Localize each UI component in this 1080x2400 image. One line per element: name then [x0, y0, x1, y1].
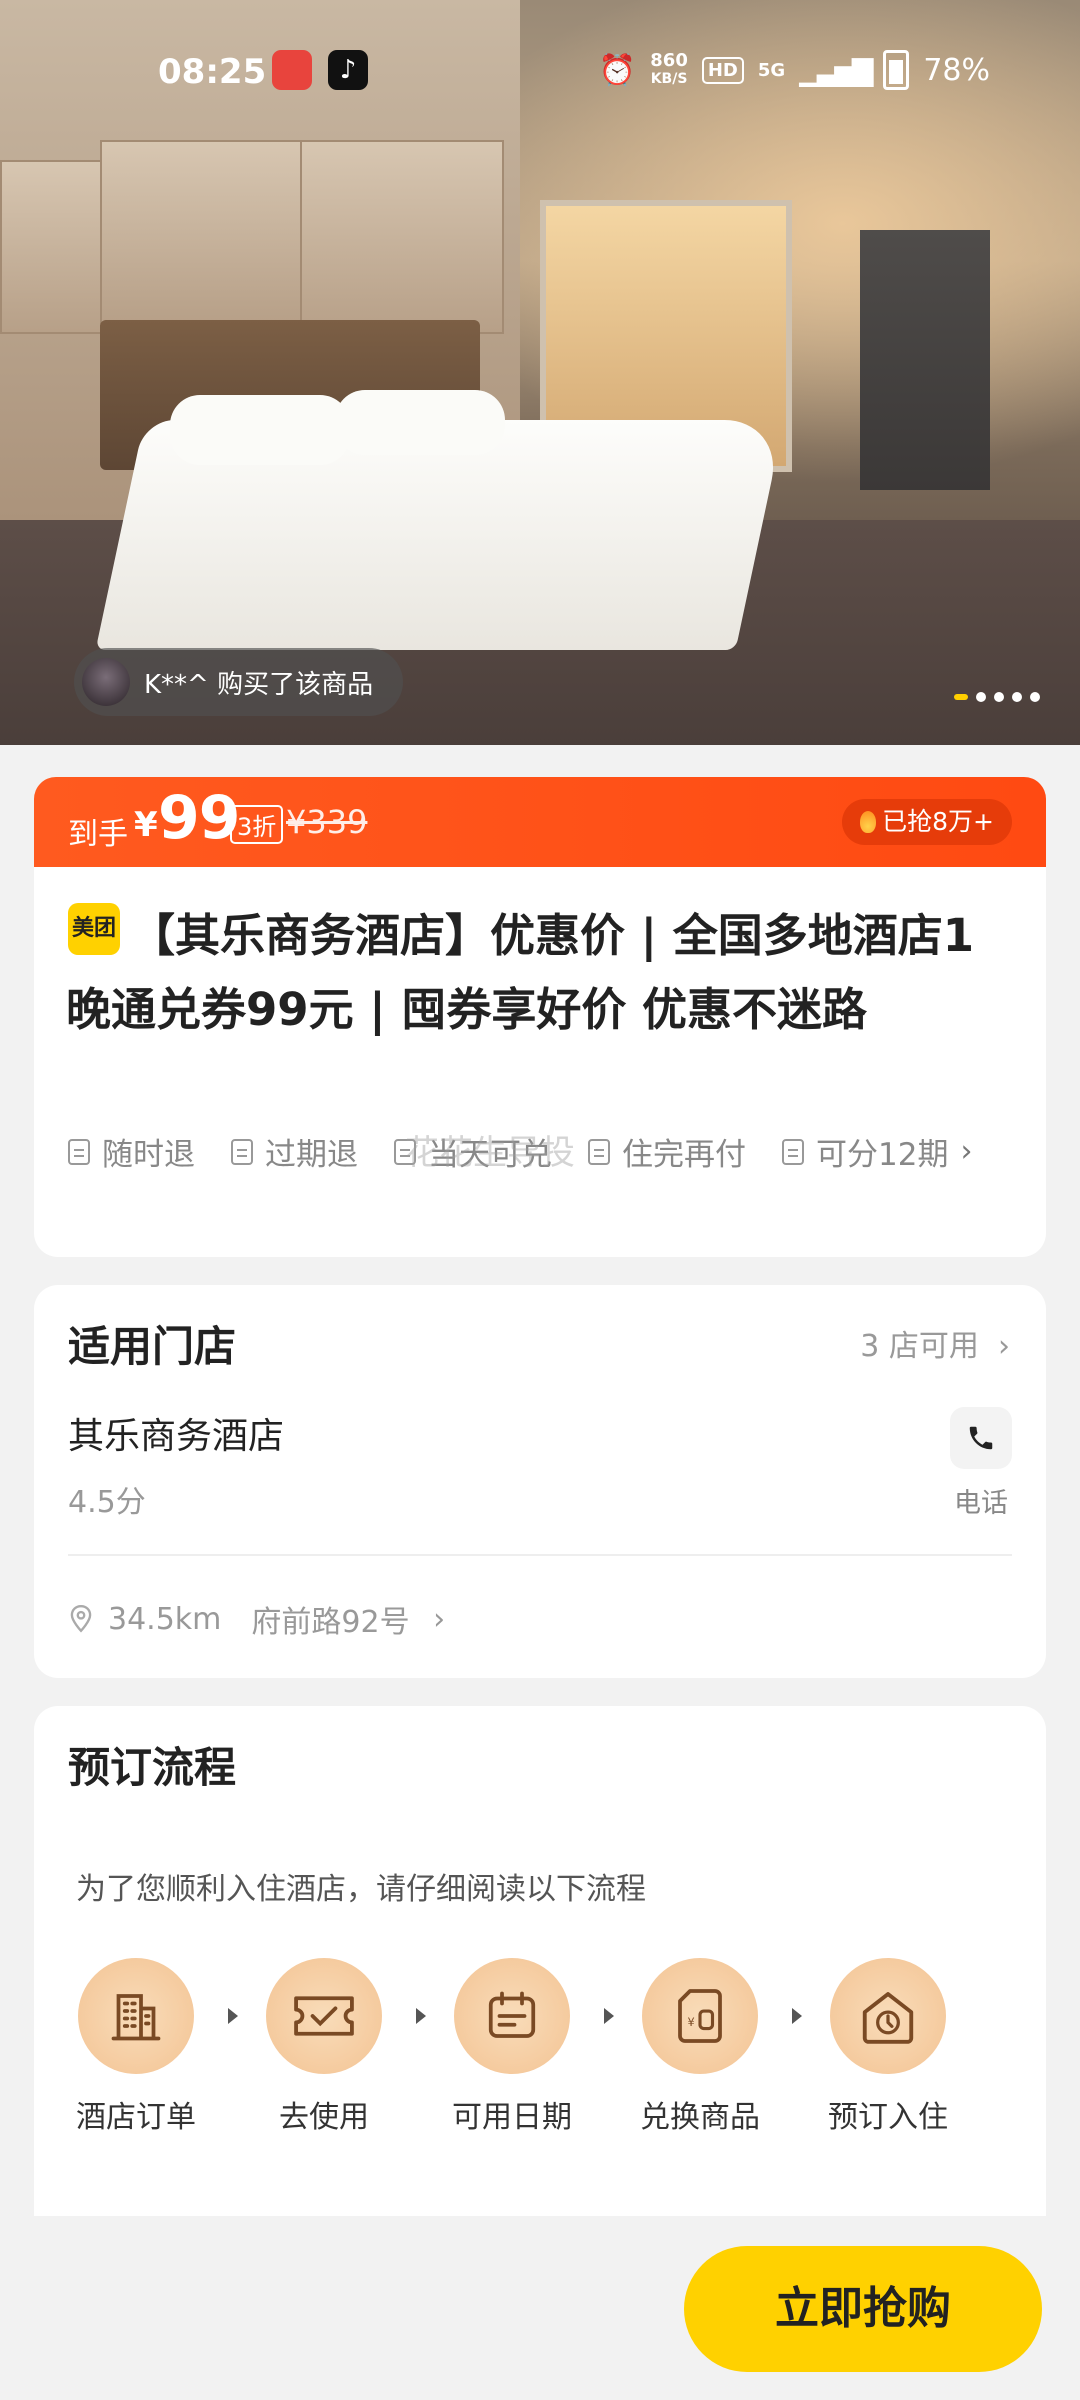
status-right: ⏰ 860 KB/S HD 5G ▁▃▅▇ 78% [599, 50, 990, 90]
flow-step-label: 兑换商品 [640, 2100, 760, 2135]
building-icon [78, 1958, 194, 2074]
store-address: 府前路92号 [251, 1605, 410, 1640]
store-name[interactable]: 其乐商务酒店 [68, 1407, 284, 1459]
flow-step-label: 可用日期 [452, 2100, 572, 2135]
doc-icon [231, 1138, 253, 1165]
tag-label: 过期退 [265, 1137, 358, 1173]
network-type: 5G [757, 59, 786, 81]
hero-door [860, 230, 990, 490]
bottom-action-bar: 立即抢购 [0, 2216, 1080, 2400]
flow-note: 为了您顺利入住酒店，请仔细阅读以下流程 [76, 1872, 646, 1907]
hero-wall-panel [300, 140, 504, 334]
store-address-row[interactable]: 34.5km 府前路92号 › [68, 1597, 445, 1641]
house-clock-icon [830, 1958, 946, 2074]
tag-label: 随时退 [102, 1137, 195, 1173]
sold-count-badge: 已抢8万+ [842, 799, 1012, 845]
tag-label: 可分12期 [816, 1137, 949, 1173]
store-distance: 34.5km [108, 1601, 222, 1637]
tiktok-icon: ♪ [328, 50, 368, 90]
chevron-right-icon: › [423, 1601, 446, 1637]
product-card: 美团 【其乐商务酒店】优惠价 | 全国多地酒店1晚通兑券99元 | 囤券享好价 … [34, 867, 1046, 1257]
price-banner: 到手 ¥ 99 3折 ¥339 已抢8万+ [34, 777, 1046, 867]
store-score: 4.5分 [68, 1485, 146, 1520]
price-label: 到手 [68, 817, 128, 852]
svg-text:¥: ¥ [688, 2016, 695, 2029]
tag-label: 住完再付 [622, 1137, 746, 1173]
discount-badge: 3折 [230, 805, 284, 844]
hero-wall-panel [100, 140, 304, 324]
store-available-link[interactable]: 3 店可用 › [860, 1321, 1010, 1365]
net-speed-value: 860 [650, 50, 688, 71]
recent-buyer-pill: K**^ 购买了该商品 [74, 648, 404, 716]
doc-icon [68, 1138, 90, 1165]
original-price: ¥339 [286, 803, 368, 841]
price-currency: ¥ [134, 805, 158, 845]
phone-button[interactable] [950, 1407, 1012, 1469]
net-speed: 860 KB/S [650, 52, 688, 88]
flow-step-label: 预订入住 [828, 2100, 948, 2135]
arrow-right-icon [604, 2008, 614, 2024]
flame-icon [860, 811, 877, 833]
buyer-text: K**^ 购买了该商品 [144, 669, 374, 700]
net-speed-unit: KB/S [650, 71, 688, 87]
store-card: 适用门店 3 店可用 › 其乐商务酒店 4.5分 电话 34.5km 府前路92… [34, 1285, 1046, 1678]
booking-flow-card: 预订流程 为了您顺利入住酒店，请仔细阅读以下流程 酒店订单 去使用 可用日期 ¥ [34, 1706, 1046, 2216]
calendar-check-icon [588, 1138, 610, 1165]
flow-steps: 酒店订单 去使用 可用日期 ¥ 兑换商品 预订入住 [76, 1958, 948, 2136]
alarm-icon: ⏰ [598, 52, 637, 88]
signal-icon: ▁▃▅▇ [799, 53, 873, 87]
location-pin-icon [70, 1604, 92, 1633]
flow-step-redeem: ¥ 兑换商品 [640, 1958, 760, 2136]
carousel-dot [994, 692, 1004, 702]
chevron-right-icon: › [988, 1329, 1010, 1364]
arrow-right-icon [228, 2008, 238, 2024]
hero-pillow [170, 395, 350, 465]
ticket-icon [266, 1958, 382, 2074]
carousel-dot-active [954, 694, 968, 700]
battery-icon [883, 50, 910, 90]
chevron-right-icon: › [960, 1134, 973, 1169]
divider [68, 1554, 1012, 1556]
tag-refund-anytime: 随时退 [68, 1129, 195, 1174]
arrow-right-icon [792, 2008, 802, 2024]
status-time: 08:25 [158, 52, 267, 92]
arrow-right-icon [416, 2008, 426, 2024]
flow-step-label: 酒店订单 [76, 2100, 196, 2135]
buyer-avatar [82, 658, 130, 706]
carousel-dot [1012, 692, 1022, 702]
tag-refund-expired: 过期退 [231, 1129, 358, 1174]
carousel-indicator [954, 692, 1040, 702]
flow-step-hotel-order: 酒店订单 [76, 1958, 196, 2136]
hero-image[interactable]: 08:25 ♪ ⏰ 860 KB/S HD 5G ▁▃▅▇ 78% K**^ 购… [0, 0, 1080, 745]
buy-now-button[interactable]: 立即抢购 [684, 2246, 1042, 2372]
calendar-icon [454, 1958, 570, 2074]
flow-step-use: 去使用 [264, 1958, 384, 2136]
carousel-dot [976, 692, 986, 702]
hd-icon: HD [701, 56, 744, 84]
flow-section-title: 预订流程 [68, 1743, 237, 1792]
carousel-dot [1030, 692, 1040, 702]
calendar-check-icon [782, 1138, 804, 1165]
phone-icon [969, 1426, 993, 1450]
tag-pay-after-stay: 住完再付 [588, 1129, 746, 1174]
hero-pillow [335, 390, 505, 455]
sold-count: 已抢8万+ [882, 807, 994, 836]
phone-label[interactable]: 电话 [954, 1481, 1008, 1520]
app-notification-icon [272, 50, 312, 90]
status-bar: 08:25 ♪ ⏰ 860 KB/S HD 5G ▁▃▅▇ 78% [0, 42, 1080, 102]
price-amount: 99 [158, 783, 240, 853]
watermark: 花花生导投 [405, 1133, 575, 1173]
flow-step-dates: 可用日期 [452, 1958, 572, 2136]
store-available-count: 3 店可用 [860, 1329, 979, 1364]
store-section-title: 适用门店 [68, 1322, 237, 1371]
flow-step-checkin: 预订入住 [828, 1958, 948, 2136]
product-title: 【其乐商务酒店】优惠价 | 全国多地酒店1晚通兑券99元 | 囤券享好价 优惠不… [66, 909, 975, 1036]
redeem-card-icon: ¥ [642, 1958, 758, 2074]
battery-level: 78% [923, 52, 990, 88]
tag-installment[interactable]: 可分12期 › [782, 1129, 972, 1174]
hero-wall-panel [0, 160, 104, 334]
flow-step-label: 去使用 [279, 2100, 369, 2135]
